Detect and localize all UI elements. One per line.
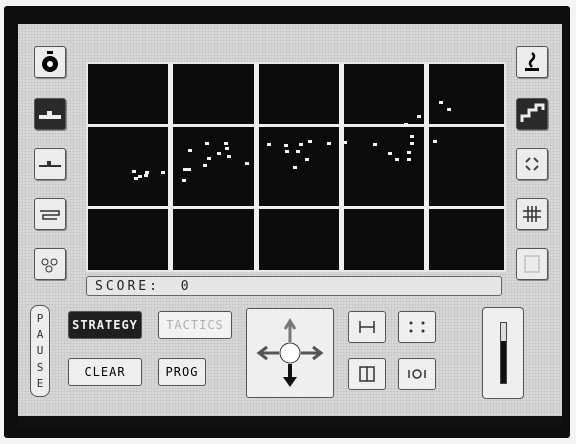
ship-markers bbox=[132, 101, 451, 182]
ship-marker bbox=[134, 177, 138, 180]
strategy-button[interactable]: STRATEGY bbox=[68, 311, 142, 339]
ship-marker bbox=[299, 143, 303, 146]
ship-marker bbox=[183, 168, 187, 171]
stopwatch-button[interactable] bbox=[34, 46, 66, 78]
ship-marker bbox=[205, 142, 209, 145]
blank-tool-button[interactable] bbox=[516, 248, 548, 280]
tactics-button[interactable]: TACTICS bbox=[158, 311, 232, 339]
carrier-button[interactable] bbox=[34, 198, 66, 230]
slider-track bbox=[500, 322, 507, 384]
ship-marker bbox=[305, 158, 309, 161]
direction-pad[interactable] bbox=[246, 308, 334, 398]
clear-button[interactable]: CLEAR bbox=[68, 358, 142, 386]
ring-icon bbox=[408, 369, 426, 379]
ship-marker bbox=[293, 166, 297, 169]
ship-marker bbox=[161, 171, 165, 174]
ship-marker bbox=[388, 152, 392, 155]
blank-tool-icon bbox=[524, 255, 540, 273]
ship-marker bbox=[225, 147, 229, 150]
ship-marker bbox=[267, 143, 271, 146]
score-value: 0 bbox=[180, 279, 192, 294]
ship-marker bbox=[439, 101, 443, 104]
ship-marker bbox=[144, 174, 148, 177]
dots-icon bbox=[409, 321, 425, 333]
ship-marker bbox=[404, 123, 408, 126]
formation-icon bbox=[359, 321, 375, 333]
destroyer-button[interactable] bbox=[34, 148, 66, 180]
screen-bottom-bar bbox=[18, 416, 562, 428]
periscope-icon bbox=[525, 52, 539, 71]
mines-button[interactable] bbox=[34, 248, 66, 280]
net-grid-icon bbox=[523, 206, 541, 222]
pause-letter: E bbox=[36, 377, 44, 391]
destroyer-icon bbox=[39, 161, 61, 167]
ship-marker bbox=[395, 158, 399, 161]
ship-marker bbox=[217, 152, 221, 155]
formation-button-1[interactable] bbox=[348, 311, 386, 343]
tactical-map-grid[interactable] bbox=[86, 62, 506, 272]
ship-marker bbox=[447, 108, 451, 111]
ship-marker bbox=[132, 170, 136, 173]
ship-marker bbox=[138, 175, 142, 178]
ship-marker bbox=[410, 135, 414, 138]
net-grid-button[interactable] bbox=[516, 198, 548, 230]
slider-level bbox=[501, 341, 506, 383]
ship-marker bbox=[245, 162, 249, 165]
ship-marker bbox=[284, 144, 288, 147]
submarine-icon bbox=[39, 111, 61, 119]
ship-marker bbox=[407, 158, 411, 161]
stairs-icon bbox=[520, 103, 545, 122]
ship-marker bbox=[227, 155, 231, 158]
ship-marker bbox=[433, 140, 437, 143]
pause-letter: S bbox=[36, 360, 44, 374]
sea-mines-icon bbox=[41, 258, 58, 273]
carrier-icon bbox=[40, 210, 60, 220]
formation-button-3[interactable] bbox=[348, 358, 386, 390]
formation-button-2[interactable] bbox=[398, 311, 436, 343]
ship-marker bbox=[145, 171, 149, 174]
ship-marker bbox=[188, 149, 192, 152]
ship-marker bbox=[187, 168, 191, 171]
compass-arrows-icon bbox=[256, 318, 324, 387]
spread-pattern-icon bbox=[525, 157, 539, 171]
pause-letter: U bbox=[36, 344, 44, 358]
pause-letter: A bbox=[36, 328, 44, 342]
periscope-button[interactable] bbox=[516, 46, 548, 78]
ship-marker bbox=[224, 142, 228, 145]
pause-button[interactable]: P A U S E bbox=[30, 305, 50, 397]
score-label: SCORE: bbox=[95, 279, 160, 294]
pause-letter: P bbox=[36, 311, 44, 325]
prog-button[interactable]: PROG bbox=[158, 358, 206, 386]
ship-marker bbox=[327, 142, 331, 145]
speed-slider[interactable] bbox=[482, 307, 524, 399]
ship-marker bbox=[207, 157, 211, 160]
ship-marker bbox=[285, 150, 289, 153]
column-icon bbox=[359, 366, 375, 382]
stairs-button[interactable] bbox=[516, 98, 548, 130]
spread-pattern-button[interactable] bbox=[516, 148, 548, 180]
ship-marker bbox=[296, 150, 300, 153]
ship-marker bbox=[308, 140, 312, 143]
ship-marker bbox=[410, 142, 414, 145]
stopwatch-icon bbox=[42, 51, 58, 72]
formation-button-4[interactable] bbox=[398, 358, 436, 390]
ship-marker bbox=[182, 179, 186, 182]
score-display: SCORE: 0 bbox=[86, 276, 502, 296]
ship-marker bbox=[373, 143, 377, 146]
ship-marker bbox=[203, 164, 207, 167]
ship-marker bbox=[407, 151, 411, 154]
ship-marker bbox=[417, 115, 421, 118]
submarine-button[interactable] bbox=[34, 98, 66, 130]
ship-marker bbox=[343, 141, 347, 144]
